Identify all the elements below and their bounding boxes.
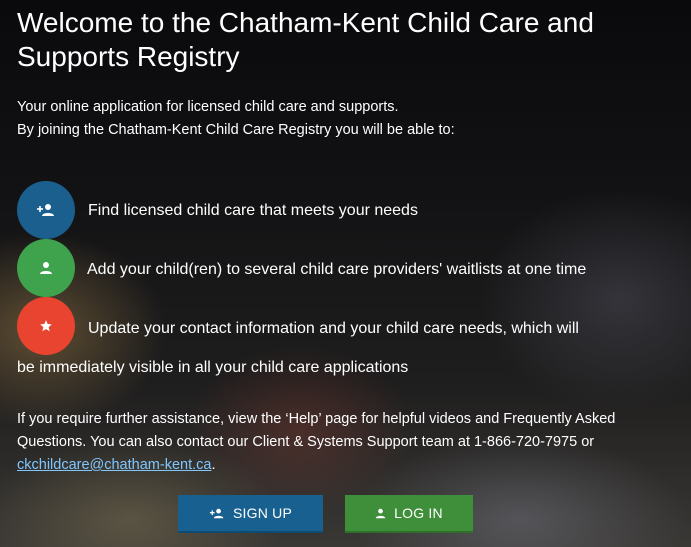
help-text-body: If you require further assistance, view …: [17, 411, 616, 450]
person-icon: [17, 239, 75, 297]
sign-up-button[interactable]: SIGN UP: [178, 495, 323, 533]
feature-update-info: Update your contact information and your…: [17, 297, 677, 387]
intro-line-2: By joining the Chatham-Kent Child Care R…: [17, 122, 455, 138]
feature-find-care-text: Find licensed child care that meets your…: [88, 202, 418, 219]
person-icon: [375, 508, 386, 519]
page-title: Welcome to the Chatham-Kent Child Care a…: [17, 7, 594, 72]
support-email-link[interactable]: ckchildcare@chatham-kent.ca: [17, 457, 211, 473]
feature-find-care: Find licensed child care that meets your…: [17, 181, 677, 239]
hero-background: Welcome to the Chatham-Kent Child Care a…: [0, 0, 691, 547]
feature-add-children-text: Add your child(ren) to several child car…: [87, 261, 587, 278]
add-person-icon: [209, 508, 225, 519]
feature-add-children: Add your child(ren) to several child car…: [17, 239, 677, 297]
star-icon: [17, 297, 75, 355]
log-in-label: LOG IN: [394, 505, 443, 521]
sign-up-label: SIGN UP: [233, 505, 292, 521]
intro-text: Your online application for licensed chi…: [17, 96, 677, 142]
help-text-end: .: [211, 457, 216, 473]
add-person-icon: [17, 181, 75, 239]
feature-update-info-text-line2: be immediately visible in all your child…: [17, 359, 409, 376]
help-text: If you require further assistance, view …: [17, 408, 667, 477]
feature-update-info-text-line1: Update your contact information and your…: [88, 320, 579, 337]
intro-line-1: Your online application for licensed chi…: [17, 99, 399, 115]
log-in-button[interactable]: LOG IN: [345, 495, 473, 533]
